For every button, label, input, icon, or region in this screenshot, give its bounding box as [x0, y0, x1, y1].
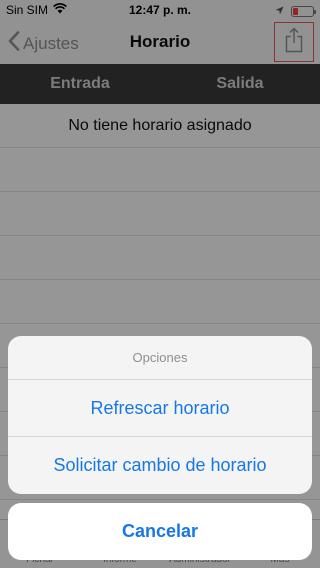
cancel-button[interactable]: Cancelar	[8, 503, 312, 560]
request-schedule-change-button[interactable]: Solicitar cambio de horario	[8, 437, 312, 494]
refresh-schedule-button[interactable]: Refrescar horario	[8, 380, 312, 437]
action-sheet-title: Opciones	[8, 336, 312, 380]
action-sheet: Opciones Refrescar horario Solicitar cam…	[8, 336, 312, 494]
